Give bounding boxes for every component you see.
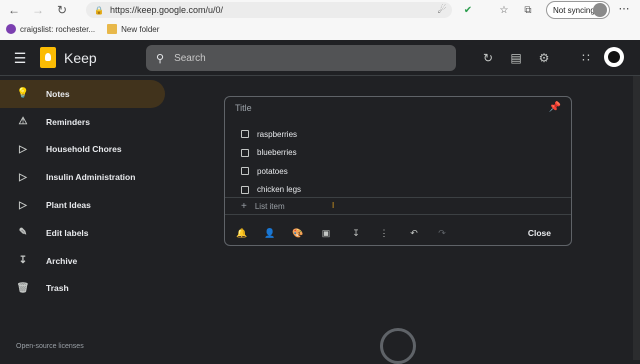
add-list-item-row[interactable]: + List item I <box>225 197 571 215</box>
open-source-licenses-link[interactable]: Open-source licenses <box>16 343 84 350</box>
label-icon: ▷ <box>19 171 27 183</box>
label-icon: ▷ <box>19 143 27 155</box>
sidebar-item-label: Reminders <box>46 116 90 127</box>
sidebar-item-household-chores[interactable]: ▷ Household Chores <box>0 136 165 164</box>
url-text: https://keep.google.com/u/0/ <box>109 5 224 15</box>
checkbox[interactable] <box>241 185 249 194</box>
sidebar-item-archive[interactable]: ↧ Archive <box>0 247 165 275</box>
list-item-text[interactable]: chicken legs <box>257 185 301 194</box>
apps-grid-icon[interactable]: ∷ <box>578 50 594 66</box>
pin-icon[interactable]: 📌 <box>549 102 561 113</box>
sidebar-item-notes[interactable]: 💡 Notes <box>0 80 165 108</box>
sidebar-item-label: Insulin Administration <box>46 172 136 183</box>
keep-header: ☰ Keep ⚲ ↻ ▤ ⚙ ∷ <box>0 40 640 76</box>
scrollbar[interactable] <box>633 76 640 360</box>
trash-icon: 🗑 <box>16 282 30 294</box>
sidebar-item-plant-ideas[interactable]: ▷ Plant Ideas <box>0 191 165 219</box>
sidebar-item-insulin-administration[interactable]: ▷ Insulin Administration <box>0 163 165 191</box>
sidebar-item-reminders[interactable]: ⚠ Reminders <box>0 108 165 136</box>
sidebar-item-label: Edit labels <box>46 227 89 238</box>
add-list-item-placeholder: List item <box>254 201 285 211</box>
note-toolbar: 🔔 👤 🎨 ▣ ↧ ⋮ ↶ ↷ Close <box>233 225 565 241</box>
sidebar-item-label: Trash <box>46 283 69 294</box>
redo-icon[interactable]: ↷ <box>435 225 449 241</box>
keep-logo-icon[interactable] <box>40 47 56 68</box>
refresh-icon[interactable]: ↻ <box>52 0 72 20</box>
plus-icon: + <box>241 200 247 212</box>
bookmark-new-folder[interactable]: New folder <box>107 24 159 34</box>
palette-icon[interactable]: 🎨 <box>291 225 305 241</box>
extension-check-icon[interactable]: ✔ <box>460 2 476 18</box>
settings-gear-icon[interactable]: ⚙ <box>536 50 552 66</box>
sidebar: 💡 Notes ⚠ Reminders ▷ Household Chores ▷… <box>0 80 165 302</box>
sidebar-item-label: Household Chores <box>46 144 122 155</box>
bell-icon: ⚠ <box>18 116 28 128</box>
image-icon[interactable]: ▣ <box>319 225 333 241</box>
browser-toolbar: ← → ↻ 🔒 https://keep.google.com/u/0/ ☄ ✔… <box>0 0 640 40</box>
favorite-star-icon[interactable]: ☆ <box>496 2 512 18</box>
note-title-input[interactable]: Title <box>235 103 252 113</box>
close-button[interactable]: Close <box>528 225 551 241</box>
forward-icon[interactable]: → <box>28 0 48 20</box>
search-icon[interactable]: ⚲ <box>156 52 164 65</box>
refresh-icon[interactable]: ↻ <box>480 50 496 66</box>
profile-avatar <box>593 3 607 17</box>
folder-icon <box>107 24 118 34</box>
sidebar-item-trash[interactable]: 🗑 Trash <box>0 275 165 303</box>
sidebar-item-label: Archive <box>46 255 78 266</box>
address-bar[interactable]: 🔒 https://keep.google.com/u/0/ <box>86 2 452 18</box>
collaborator-icon[interactable]: 👤 <box>263 225 277 241</box>
app-title[interactable]: Keep <box>64 50 97 66</box>
sync-label: Not syncing <box>553 5 595 15</box>
bookmark-craigslist[interactable]: craigslist: rochester... <box>6 24 95 34</box>
bookmark-label: New folder <box>121 24 160 34</box>
account-avatar[interactable] <box>604 47 624 67</box>
loading-spinner <box>380 328 416 364</box>
pencil-icon: ✎ <box>18 227 28 239</box>
note-editor: Title 📌 raspberries blueberries potatoes… <box>224 96 572 246</box>
main-menu-icon[interactable]: ☰ <box>12 50 28 66</box>
bookmarks-bar: craigslist: rochester... New folder <box>0 20 640 38</box>
list-item-text[interactable]: raspberries <box>257 130 297 139</box>
checkbox[interactable] <box>241 130 249 139</box>
back-icon[interactable]: ← <box>4 0 24 20</box>
remind-me-icon[interactable]: 🔔 <box>235 225 249 241</box>
label-icon: ▷ <box>19 199 27 211</box>
list-item-text[interactable]: potatoes <box>257 167 288 176</box>
text-cursor-icon: I <box>332 201 335 210</box>
more-options-icon[interactable]: ⋮ <box>377 225 391 241</box>
list-item: blueberries <box>241 144 301 163</box>
checkbox[interactable] <box>241 167 249 176</box>
list-view-icon[interactable]: ▤ <box>508 50 524 66</box>
tab-action-icon[interactable]: ☄ <box>434 2 450 18</box>
archive-icon[interactable]: ↧ <box>349 225 363 241</box>
lightbulb-icon: 💡 <box>16 88 30 100</box>
collections-icon[interactable]: ⧉ <box>520 2 536 18</box>
browser-menu-icon[interactable]: ⋯ <box>616 2 632 18</box>
list-item: raspberries <box>241 125 301 144</box>
undo-icon[interactable]: ↶ <box>407 225 421 241</box>
checkbox[interactable] <box>241 148 249 157</box>
peace-icon <box>6 24 16 34</box>
search-input[interactable] <box>174 52 425 64</box>
lock-icon: 🔒 <box>94 5 104 15</box>
sidebar-item-label: Notes <box>46 88 70 99</box>
list-item-text[interactable]: blueberries <box>257 148 297 157</box>
bookmark-label: craigslist: rochester... <box>20 24 96 34</box>
checklist: raspberries blueberries potatoes chicken… <box>241 125 301 199</box>
sync-status-button[interactable]: Not syncing <box>546 1 610 19</box>
archive-icon: ↧ <box>18 255 28 267</box>
sidebar-item-label: Plant Ideas <box>46 200 91 211</box>
sidebar-item-edit-labels[interactable]: ✎ Edit labels <box>0 219 165 247</box>
list-item: potatoes <box>241 162 301 181</box>
search-bar[interactable]: ⚲ <box>146 45 456 71</box>
